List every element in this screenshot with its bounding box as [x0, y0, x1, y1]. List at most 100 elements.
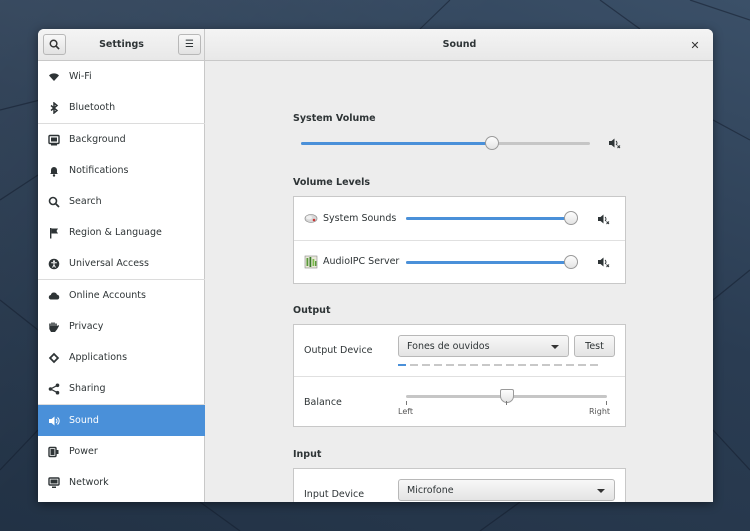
sidebar-item-bluetooth[interactable]: Bluetooth — [38, 92, 205, 123]
sidebar-item-label: Notifications — [69, 165, 129, 176]
sidebar-item-label: Universal Access — [69, 258, 149, 269]
sidebar-item-notifications[interactable]: Notifications — [38, 155, 205, 186]
app-name: AudioIPC Server — [323, 256, 400, 267]
sidebar-item-label: Background — [69, 134, 126, 145]
system-sounds-slider[interactable] — [406, 211, 578, 225]
sidebar-item-label: Sound — [69, 415, 99, 426]
header-bar: Settings ☰ Sound ✕ — [38, 29, 713, 61]
sidebar-item-power[interactable]: Power — [38, 436, 205, 467]
power-icon — [48, 446, 60, 458]
close-button[interactable]: ✕ — [687, 37, 703, 53]
sidebar-item-wifi[interactable]: Wi-Fi — [38, 61, 205, 92]
balance-left-label: Left — [398, 407, 414, 416]
balance-slider[interactable] — [406, 389, 607, 403]
app-name: System Sounds — [323, 213, 397, 224]
applications-icon — [48, 352, 60, 364]
hamburger-icon: ☰ — [185, 39, 194, 50]
volume-levels-heading: Volume Levels — [293, 177, 371, 188]
audioipc-server-slider[interactable] — [406, 255, 578, 269]
sidebar-item-region-language[interactable]: Region & Language — [38, 217, 205, 248]
settings-window: Settings ☰ Sound ✕ Wi-Fi Bluetooth Backg… — [38, 29, 713, 502]
audioipc-icon — [304, 255, 318, 269]
output-device-value: Fones de ouvidos — [407, 340, 490, 352]
tick-mark — [406, 401, 407, 405]
sidebar-item-label: Bluetooth — [69, 102, 116, 113]
system-sounds-icon — [304, 214, 318, 223]
test-button[interactable]: Test — [574, 335, 615, 357]
sidebar-item-label: Wi-Fi — [69, 71, 92, 82]
chevron-down-icon — [551, 345, 559, 349]
balance-knob[interactable] — [500, 389, 514, 403]
system-volume-knob[interactable] — [485, 136, 499, 150]
sidebar-item-background[interactable]: Background — [38, 124, 205, 155]
menu-button[interactable]: ☰ — [178, 34, 201, 55]
sidebar-item-universal-access[interactable]: Universal Access — [38, 248, 205, 279]
output-heading: Output — [293, 305, 331, 316]
input-frame: Input Device Microfone — [293, 468, 626, 502]
sidebar-item-sound[interactable]: Sound — [38, 405, 205, 436]
slider-fill — [406, 261, 571, 264]
volume-levels-frame: System Sounds AudioIPC Server — [293, 196, 626, 284]
slider-knob[interactable] — [564, 255, 578, 269]
output-device-combo[interactable]: Fones de ouvidos — [398, 335, 569, 357]
system-volume-fill — [301, 142, 492, 145]
sidebar-item-label: Power — [69, 446, 98, 457]
close-icon: ✕ — [690, 38, 700, 52]
sidebar-item-sharing[interactable]: Sharing — [38, 373, 205, 404]
speaker-mute-icon[interactable] — [608, 137, 621, 149]
hand-icon — [48, 321, 60, 333]
sidebar-item-network[interactable]: Network — [38, 467, 205, 498]
app-volume-row: AudioIPC Server — [294, 241, 625, 284]
sidebar-item-label: Online Accounts — [69, 290, 146, 301]
speaker-mute-icon[interactable] — [597, 256, 610, 268]
sidebar-item-label: Privacy — [69, 321, 104, 332]
balance-row: Balance Left Right — [294, 377, 625, 427]
input-device-row: Input Device Microfone — [294, 469, 625, 502]
sidebar-item-privacy[interactable]: Privacy — [38, 311, 205, 342]
sidebar-item-search[interactable]: Search — [38, 186, 205, 217]
output-device-row: Output Device Fones de ouvidos Test — [294, 325, 625, 376]
sidebar-item-label: Search — [69, 196, 102, 207]
tick-mark — [606, 401, 607, 405]
input-device-combo[interactable]: Microfone — [398, 479, 615, 501]
wifi-icon — [48, 71, 60, 83]
share-icon — [48, 383, 60, 395]
sidebar: Wi-Fi Bluetooth Background Notifications — [38, 61, 205, 502]
sidebar-header: Settings ☰ — [38, 29, 205, 61]
output-frame: Output Device Fones de ouvidos Test Bala… — [293, 324, 626, 427]
sidebar-item-label: Sharing — [69, 383, 106, 394]
speaker-icon — [48, 415, 60, 427]
page-title: Sound — [442, 39, 477, 50]
search-icon — [49, 39, 60, 50]
background-icon — [48, 134, 60, 146]
sidebar-item-label: Applications — [69, 352, 128, 363]
sidebar-title: Settings — [99, 39, 144, 50]
bluetooth-icon — [48, 101, 60, 114]
output-level-meter — [398, 364, 598, 366]
sidebar-item-applications[interactable]: Applications — [38, 342, 205, 373]
output-device-label: Output Device — [304, 345, 373, 356]
accessibility-icon — [48, 258, 60, 270]
sidebar-item-online-accounts[interactable]: Online Accounts — [38, 280, 205, 311]
input-device-label: Input Device — [304, 489, 365, 500]
speaker-mute-icon[interactable] — [597, 213, 610, 225]
bell-icon — [48, 165, 60, 177]
slider-knob[interactable] — [564, 211, 578, 225]
search-button[interactable] — [43, 34, 66, 55]
search-icon — [48, 196, 60, 208]
tick-mark — [506, 401, 507, 405]
slider-fill — [406, 217, 571, 220]
balance-right-label: Right — [589, 407, 611, 416]
flag-icon — [48, 227, 60, 239]
system-volume-heading: System Volume — [293, 113, 376, 124]
app-volume-row: System Sounds — [294, 197, 625, 240]
sidebar-item-label: Region & Language — [69, 227, 162, 238]
sidebar-item-label: Network — [69, 477, 109, 488]
balance-label: Balance — [304, 397, 342, 408]
sound-panel: System Volume Volume Levels System Sound… — [206, 61, 713, 502]
chevron-down-icon — [597, 489, 605, 493]
input-heading: Input — [293, 449, 322, 460]
cloud-icon — [48, 290, 60, 302]
system-volume-slider[interactable] — [301, 136, 590, 150]
network-icon — [48, 476, 60, 489]
